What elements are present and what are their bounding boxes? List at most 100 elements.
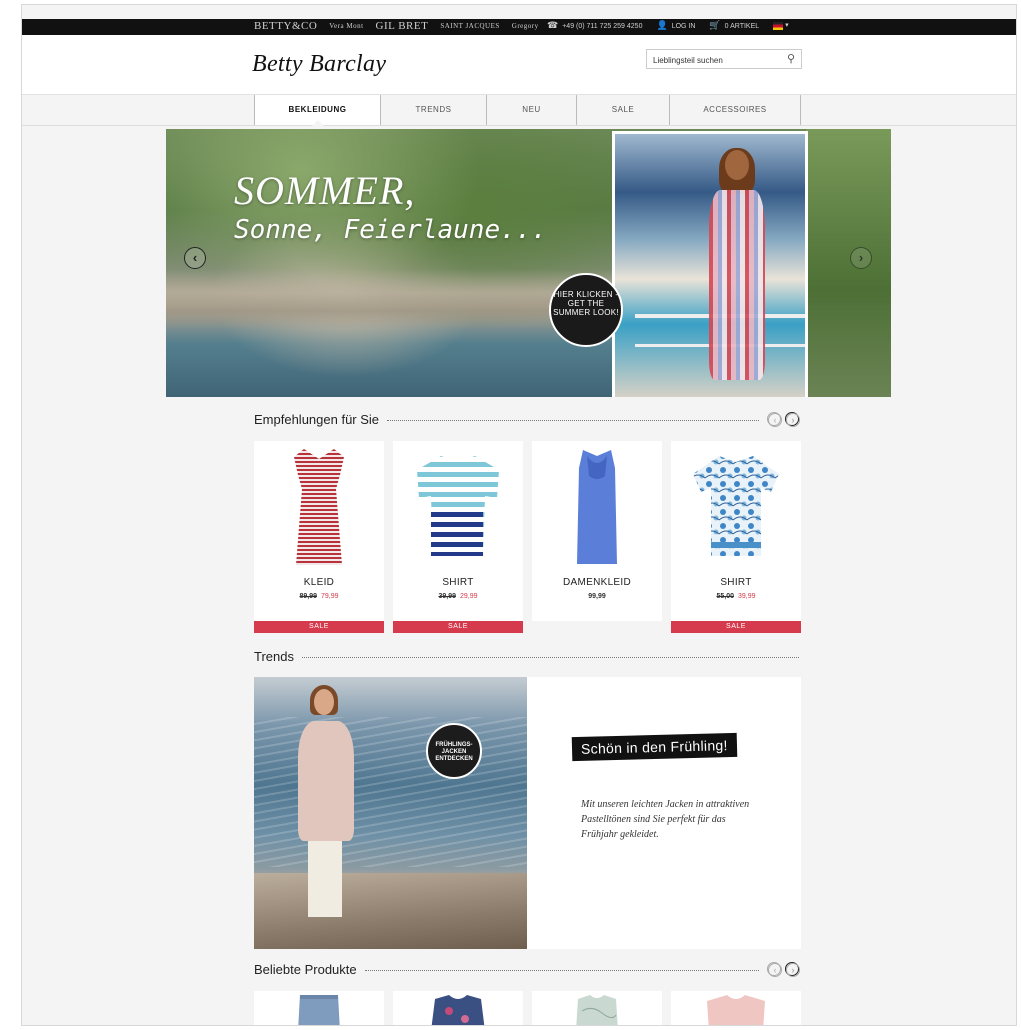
trends-cta-badge[interactable]: FRÜHLINGS-JACKEN ENTDECKEN xyxy=(426,723,482,779)
popular-next-button[interactable]: › xyxy=(785,962,800,977)
carousel-prev-button[interactable]: ‹ xyxy=(184,247,206,269)
german-flag-icon xyxy=(773,21,784,30)
cart-icon: 🛒 xyxy=(709,20,721,30)
trends-title: Trends xyxy=(254,648,294,664)
sale-price: 39,99 xyxy=(738,593,756,600)
product-card[interactable] xyxy=(671,991,801,1025)
phone-icon: ☎ xyxy=(547,20,559,30)
nav-item-neu[interactable]: NEU xyxy=(487,95,577,125)
brand-link-saint-jacques[interactable]: SAINT JACQUES xyxy=(440,22,499,30)
chevron-left-icon: ‹ xyxy=(192,250,198,265)
recommendations-pager: ‹ › xyxy=(767,412,800,427)
product-image xyxy=(393,441,523,573)
search-box: ⚲ xyxy=(646,49,802,70)
brand-link-betty-co[interactable]: BETTY&CO xyxy=(254,20,317,32)
chevron-right-icon: › xyxy=(858,250,864,265)
trends-copy: Mit unseren leichten Jacken in attraktiv… xyxy=(581,799,750,840)
main-navigation: BEKLEIDUNG TRENDS NEU SALE ACCESSOIRES xyxy=(22,95,1016,126)
patterned-top-image xyxy=(576,995,618,1025)
login-link[interactable]: 👤 LOG IN xyxy=(656,20,695,31)
popular-products-list xyxy=(254,991,801,1025)
search-input[interactable] xyxy=(647,51,777,70)
hero-banner[interactable]: SOMMER, Sonne, Feierlaune... HIER KLICKE… xyxy=(166,129,891,397)
brand-links: BETTY&CO Vera Mont GIL BRET SAINT JACQUE… xyxy=(254,20,539,32)
regular-price: 99,99 xyxy=(588,593,606,600)
recommendations-next-button[interactable]: › xyxy=(785,412,800,427)
hero-model-photo xyxy=(612,131,808,397)
browser-page: BETTY&CO Vera Mont GIL BRET SAINT JACQUE… xyxy=(21,4,1017,1026)
product-name: SHIRT xyxy=(720,577,752,588)
product-image xyxy=(532,441,662,573)
product-price: 99,99 xyxy=(532,593,662,600)
login-label: LOG IN xyxy=(671,23,696,30)
striped-dress-image xyxy=(294,449,344,565)
hero-subline: Sonne, Feierlaune... xyxy=(234,215,548,245)
trends-header: Trends xyxy=(254,647,799,665)
product-card[interactable] xyxy=(532,991,662,1025)
old-price: 55,00 xyxy=(716,593,734,600)
search-icon[interactable]: ⚲ xyxy=(787,52,795,65)
utility-links: ☎ +49 (0) 711 725 259 4250 👤 LOG IN 🛒 0 ART… xyxy=(547,20,789,31)
cart-link[interactable]: 🛒 0 ARTIKEL xyxy=(709,20,759,31)
phone-link[interactable]: ☎ +49 (0) 711 725 259 4250 xyxy=(547,20,642,31)
carousel-next-button[interactable]: › xyxy=(850,247,872,269)
site-logo[interactable]: Betty Barclay xyxy=(252,51,386,78)
chevron-down-icon: ▾ xyxy=(785,22,789,30)
printed-shirt-image xyxy=(693,456,779,556)
popular-prev-button[interactable]: ‹ xyxy=(767,962,782,977)
pink-top-image xyxy=(707,995,765,1025)
floral-top-image xyxy=(431,995,485,1025)
sale-price: 79,99 xyxy=(321,593,339,600)
jeans-image xyxy=(298,995,340,1025)
product-card[interactable]: SHIRT 55,00 39,99 SALE xyxy=(671,441,801,633)
top-bar: BETTY&CO Vera Mont GIL BRET SAINT JACQUE… xyxy=(22,19,1016,35)
product-card[interactable]: SHIRT 39,99 29,99 SALE xyxy=(393,441,523,633)
nav-item-bekleidung[interactable]: BEKLEIDUNG xyxy=(255,95,381,126)
section-divider xyxy=(387,419,759,421)
blue-dress-image xyxy=(577,450,617,564)
site-header: Betty Barclay ⚲ xyxy=(22,35,1016,95)
popular-header: Beliebte Produkte ‹ › xyxy=(254,960,800,978)
product-image xyxy=(671,441,801,573)
chevron-left-icon: ‹ xyxy=(768,963,782,977)
sale-badge: SALE xyxy=(671,621,801,633)
product-name: KLEID xyxy=(303,577,335,588)
nav-item-accessoires[interactable]: ACCESSOIRES xyxy=(670,95,801,125)
product-image xyxy=(254,441,384,573)
language-selector[interactable]: ▾ xyxy=(773,21,789,30)
recommendations-prev-button[interactable]: ‹ xyxy=(767,412,782,427)
product-card[interactable]: DAMENKLEID 99,99 xyxy=(532,441,662,633)
sale-badge: SALE xyxy=(254,621,384,633)
brand-link-gil-bret[interactable]: GIL BRET xyxy=(376,20,429,32)
section-divider xyxy=(301,656,799,658)
nav-item-sale[interactable]: SALE xyxy=(577,95,670,125)
product-card[interactable] xyxy=(254,991,384,1025)
brand-link-gregory[interactable]: Gregory xyxy=(512,22,539,30)
sale-price: 29,99 xyxy=(460,593,478,600)
product-price: 55,00 39,99 xyxy=(671,593,801,600)
section-divider xyxy=(364,969,759,971)
trends-photo xyxy=(254,677,527,949)
trends-teaser[interactable]: FRÜHLINGS-JACKEN ENTDECKEN Schön in den … xyxy=(254,677,801,949)
sale-badge: SALE xyxy=(393,621,523,633)
popular-title: Beliebte Produkte xyxy=(254,961,357,977)
hero-cta-badge[interactable]: HIER KLICKEN - GET THE SUMMER LOOK! xyxy=(549,273,623,347)
old-price: 39,99 xyxy=(438,593,456,600)
product-card[interactable]: KLEID 89,99 79,99 SALE xyxy=(254,441,384,633)
product-price: 39,99 29,99 xyxy=(393,593,523,600)
popular-pager: ‹ › xyxy=(767,962,800,977)
product-card[interactable] xyxy=(393,991,523,1025)
chevron-right-icon: › xyxy=(786,413,800,427)
recommendations-title: Empfehlungen für Sie xyxy=(254,411,380,427)
nav-item-trends[interactable]: TRENDS xyxy=(381,95,487,125)
recommendations-list: KLEID 89,99 79,99 SALE SHIRT 39,99 29,99… xyxy=(254,441,801,633)
chevron-left-icon: ‹ xyxy=(768,413,782,427)
user-icon: 👤 xyxy=(656,20,668,30)
phone-number: +49 (0) 711 725 259 4250 xyxy=(562,23,643,30)
trends-headline: Schön in den Frühling! xyxy=(571,732,737,762)
chevron-right-icon: › xyxy=(786,963,800,977)
product-price: 89,99 79,99 xyxy=(254,593,384,600)
brand-link-vera-mont[interactable]: Vera Mont xyxy=(329,22,363,30)
product-name: DAMENKLEID xyxy=(562,577,631,588)
product-name: SHIRT xyxy=(442,577,474,588)
